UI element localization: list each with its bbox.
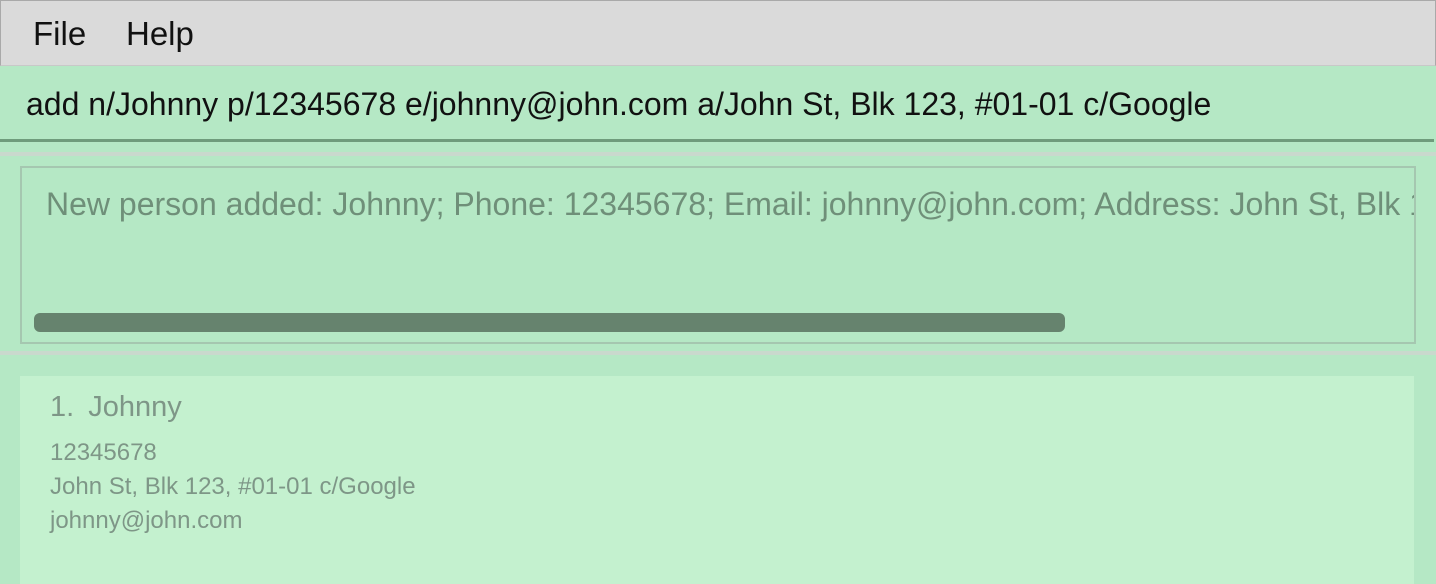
divider [0, 351, 1436, 355]
menu-bar: File Help [0, 0, 1436, 66]
horizontal-scrollbar-thumb[interactable] [34, 313, 1065, 332]
person-address: John St, Blk 123, #01-01 c/Google [50, 473, 416, 500]
person-email: johnny@john.com [50, 507, 243, 534]
menu-help[interactable]: Help [126, 14, 194, 54]
command-box [0, 66, 1434, 142]
person-phone: 12345678 [50, 439, 157, 466]
result-display: New person added: Johnny; Phone: 1234567… [20, 166, 1416, 344]
person-index: 1. [50, 391, 75, 423]
person-name: Johnny [88, 391, 182, 423]
person-card[interactable]: 1. Johnny 12345678 John St, Blk 123, #01-… [20, 376, 1414, 584]
divider [0, 152, 1436, 156]
menu-file[interactable]: File [33, 14, 86, 54]
command-input[interactable] [26, 84, 1416, 124]
person-card-header: 1. Johnny [50, 390, 182, 424]
result-message: New person added: Johnny; Phone: 1234567… [46, 186, 1414, 222]
